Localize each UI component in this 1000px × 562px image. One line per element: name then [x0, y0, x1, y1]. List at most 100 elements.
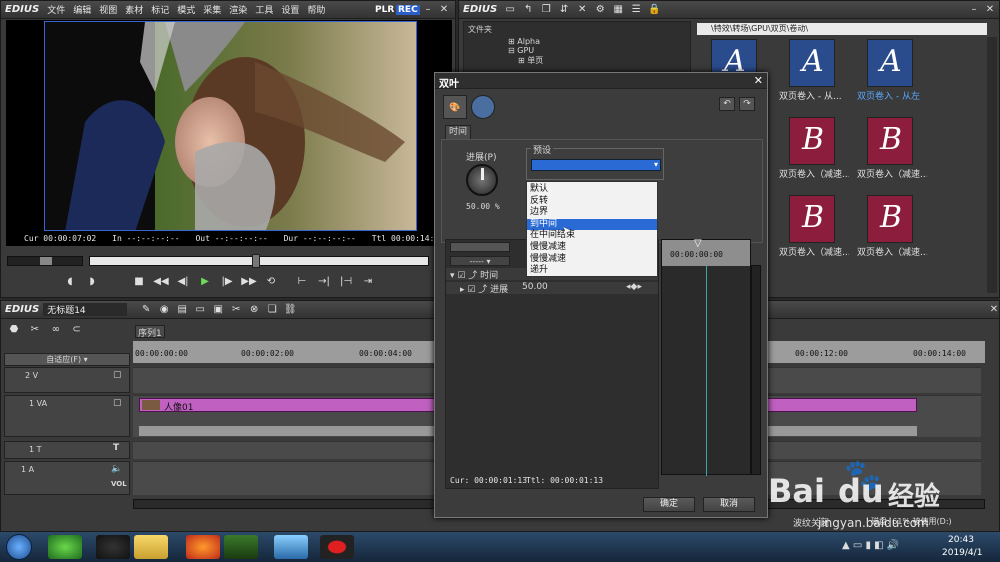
- dialog-titlebar[interactable]: 双叶 ✕: [435, 73, 767, 90]
- playhead-icon[interactable]: ▽: [694, 238, 702, 249]
- sort-icon[interactable]: ⇵: [556, 3, 572, 17]
- firefox-icon[interactable]: [186, 535, 220, 559]
- effect-icon[interactable]: 🎨: [443, 95, 467, 119]
- mark-in-icon[interactable]: ◖: [62, 275, 78, 289]
- keyframe-vscroll[interactable]: [751, 265, 761, 475]
- step-forward-icon[interactable]: |▶: [219, 275, 235, 289]
- lock-icon[interactable]: 🔒: [646, 3, 662, 17]
- dialog-close-icon[interactable]: ✕: [754, 74, 763, 87]
- preset-option[interactable]: 到中间: [527, 218, 657, 231]
- effect-thumbnail[interactable]: A: [867, 39, 913, 87]
- menu-item[interactable]: 素材: [121, 3, 147, 16]
- record-icon[interactable]: [320, 535, 354, 559]
- fit-dropdown[interactable]: 自适应(F) ▾: [4, 353, 130, 366]
- scissors-icon[interactable]: ✂: [27, 323, 43, 337]
- preset-option[interactable]: 递升: [527, 265, 657, 277]
- track-1t-header[interactable]: 1 T T: [4, 441, 130, 459]
- minimize-icon[interactable]: –: [421, 3, 435, 17]
- loop-icon[interactable]: ⟲: [263, 275, 279, 289]
- timer-icon[interactable]: [471, 95, 495, 119]
- menu-item[interactable]: 编辑: [69, 3, 95, 16]
- insert-icon[interactable]: ⊢: [294, 275, 310, 289]
- preset-option[interactable]: 在中间结束: [527, 230, 657, 242]
- position-handle[interactable]: [252, 254, 260, 268]
- fast-forward-icon[interactable]: ▶▶: [241, 275, 257, 289]
- link-icon[interactable]: ⛓: [282, 303, 298, 317]
- preset-option[interactable]: 反转: [527, 196, 657, 208]
- track-toggle-icon[interactable]: ▢: [113, 370, 122, 380]
- sync-icon[interactable]: ⊂: [69, 323, 85, 337]
- shuttle-handle[interactable]: [40, 257, 52, 265]
- new-sequence-icon[interactable]: ✎: [138, 303, 154, 317]
- mark-out-icon[interactable]: ◗: [84, 275, 100, 289]
- position-slider[interactable]: [89, 254, 429, 268]
- capture-icon[interactable]: ◉: [156, 303, 172, 317]
- copy-icon[interactable]: ❐: [538, 3, 554, 17]
- track-1a-header[interactable]: 1 A 🔈 VOL: [4, 461, 130, 495]
- menu-item[interactable]: 帮助: [303, 3, 329, 16]
- stop-icon[interactable]: ■: [131, 275, 147, 289]
- preset-option[interactable]: 默认: [527, 184, 657, 196]
- rec-label[interactable]: REC: [396, 4, 420, 15]
- track-toggle-icon[interactable]: ▢: [113, 398, 122, 408]
- start-button[interactable]: [6, 534, 32, 560]
- save-icon[interactable]: ▣: [210, 303, 226, 317]
- vol-label[interactable]: VOL: [111, 480, 127, 488]
- menu-item[interactable]: 视图: [95, 3, 121, 16]
- split-icon[interactable]: |⊣: [338, 275, 354, 289]
- tree-item-alpha[interactable]: ⊞ Alpha: [464, 37, 690, 46]
- library-close-icon[interactable]: ✕: [983, 3, 997, 17]
- effect-thumbnail[interactable]: B: [867, 117, 913, 165]
- menu-item[interactable]: 模式: [173, 3, 199, 16]
- export-icon[interactable]: ⇥: [360, 275, 376, 289]
- delete-icon[interactable]: ✕: [574, 3, 590, 17]
- menu-item[interactable]: 文件: [43, 3, 69, 16]
- preset-dropdown-list[interactable]: 默认 反转 边界 到中间 在中间结束 慢慢减速 慢慢减速 递升: [526, 181, 658, 277]
- view-icon[interactable]: ▦: [610, 3, 626, 17]
- overwrite-icon[interactable]: →|: [316, 275, 332, 289]
- preset-select[interactable]: ▾: [531, 159, 661, 171]
- library-minimize-icon[interactable]: –: [967, 3, 981, 17]
- effect-thumbnail[interactable]: B: [867, 195, 913, 243]
- effect-thumbnail[interactable]: B: [789, 117, 835, 165]
- edius-icon[interactable]: [224, 535, 258, 559]
- track-2v-header[interactable]: 2 V ▢: [4, 367, 130, 393]
- browser-360-icon[interactable]: [48, 535, 82, 559]
- list-icon[interactable]: ☰: [628, 3, 644, 17]
- rewind-icon[interactable]: ◀◀: [153, 275, 169, 289]
- library-scrollbar[interactable]: [987, 37, 997, 293]
- keyframe-graph[interactable]: 00:00:00:00 ▽: [661, 238, 751, 476]
- mode-icon[interactable]: ⬣: [6, 323, 22, 337]
- track-1va-header[interactable]: 1 VA ▢: [4, 395, 130, 437]
- tab-time[interactable]: 时间: [445, 125, 471, 139]
- app-icon[interactable]: [274, 535, 308, 559]
- cancel-button[interactable]: 取消: [703, 497, 755, 512]
- menu-item[interactable]: 标记: [147, 3, 173, 16]
- close-icon[interactable]: ✕: [437, 3, 451, 17]
- effect-thumbnail[interactable]: B: [789, 195, 835, 243]
- plr-label[interactable]: PLR: [375, 5, 394, 15]
- step-back-icon[interactable]: ◀|: [175, 275, 191, 289]
- menu-item[interactable]: 采集: [199, 3, 225, 16]
- speaker-icon[interactable]: 🔈: [111, 464, 122, 474]
- folder-icon[interactable]: ▭: [502, 3, 518, 17]
- redo-icon[interactable]: ↷: [739, 97, 755, 111]
- progress-knob[interactable]: [466, 164, 498, 196]
- open-icon[interactable]: ▭: [192, 303, 208, 317]
- preset-option[interactable]: 边界: [527, 207, 657, 219]
- link-mode-icon[interactable]: ∞: [48, 323, 64, 337]
- menu-item[interactable]: 渲染: [225, 3, 251, 16]
- tree-item-single[interactable]: ⊞ 单页: [464, 55, 690, 66]
- shuttle-slider[interactable]: [7, 256, 83, 266]
- cut-icon[interactable]: ✂: [228, 303, 244, 317]
- tree-item-gpu[interactable]: ⊟ GPU: [464, 46, 690, 55]
- ripple-icon[interactable]: ⊗: [246, 303, 262, 317]
- tree-dropdown[interactable]: ----- ▾: [450, 256, 510, 266]
- timeline-close-icon[interactable]: ✕: [987, 303, 1000, 317]
- menu-item[interactable]: 工具: [251, 3, 277, 16]
- keyframe-nav-icon[interactable]: ◂◆▸: [626, 282, 642, 292]
- sequence-tab[interactable]: 序列1: [135, 325, 165, 339]
- undo-icon[interactable]: ↶: [719, 97, 735, 111]
- qq-icon[interactable]: [96, 535, 130, 559]
- preset-option[interactable]: 慢慢减速: [527, 254, 657, 266]
